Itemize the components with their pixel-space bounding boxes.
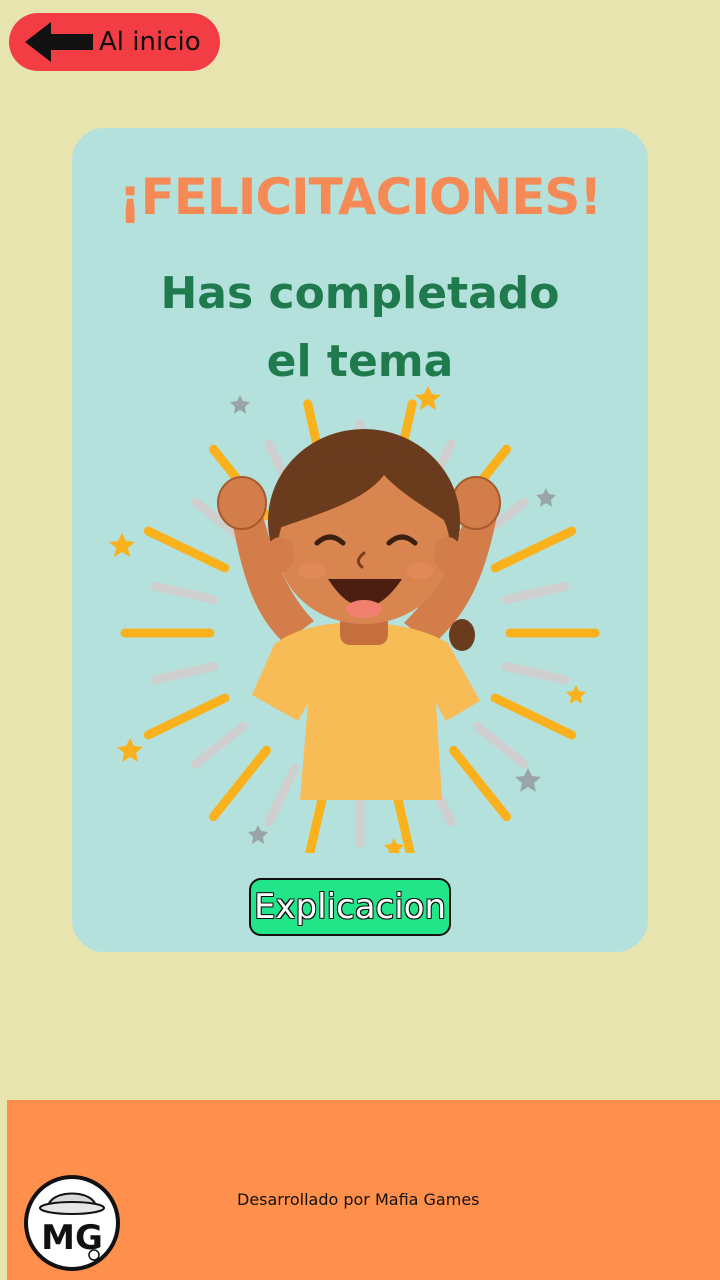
celebrating-child-illustration	[109, 386, 600, 853]
sunburst-ray	[264, 763, 300, 827]
arrow-left-icon	[25, 22, 93, 62]
star-icon	[384, 838, 404, 853]
mafia-games-logo: MG	[24, 1175, 120, 1271]
star-icon	[415, 386, 441, 410]
star-icon	[566, 685, 586, 704]
footer: MG Desarrollado por Mafia Games	[7, 1100, 720, 1280]
sunburst-ray	[490, 526, 577, 573]
sunburst-ray	[501, 661, 570, 685]
back-button-label: Al inicio	[99, 27, 201, 57]
sunburst-ray	[143, 526, 230, 573]
congratulations-card: ¡FELICITACIONES! Has completado el tema	[72, 128, 648, 952]
sunburst-ray	[150, 661, 219, 685]
completion-message-line1: Has completado	[160, 268, 560, 319]
sunburst-ray	[472, 722, 529, 769]
svg-text:MG: MG	[41, 1218, 103, 1258]
developer-credit: Desarrollado por Mafia Games	[237, 1190, 480, 1209]
star-icon	[109, 533, 135, 557]
star-icon	[230, 395, 250, 414]
sunburst-ray	[490, 693, 577, 740]
sunburst-ray	[150, 581, 219, 605]
completion-message: Has completado el tema	[112, 260, 608, 396]
sunburst-ray	[449, 745, 512, 822]
back-to-home-button[interactable]: Al inicio	[9, 13, 220, 71]
explanation-button[interactable]: Explicacion	[249, 878, 451, 936]
star-icon	[536, 488, 556, 507]
sunburst-ray	[208, 745, 271, 822]
star-icon	[248, 825, 268, 844]
star-icon	[117, 738, 143, 762]
sunburst-ray	[501, 581, 570, 605]
star-icon	[515, 768, 541, 792]
sunburst-ray	[191, 722, 248, 769]
congratulations-title: ¡FELICITACIONES!	[118, 168, 602, 226]
sunburst-ray	[143, 693, 230, 740]
